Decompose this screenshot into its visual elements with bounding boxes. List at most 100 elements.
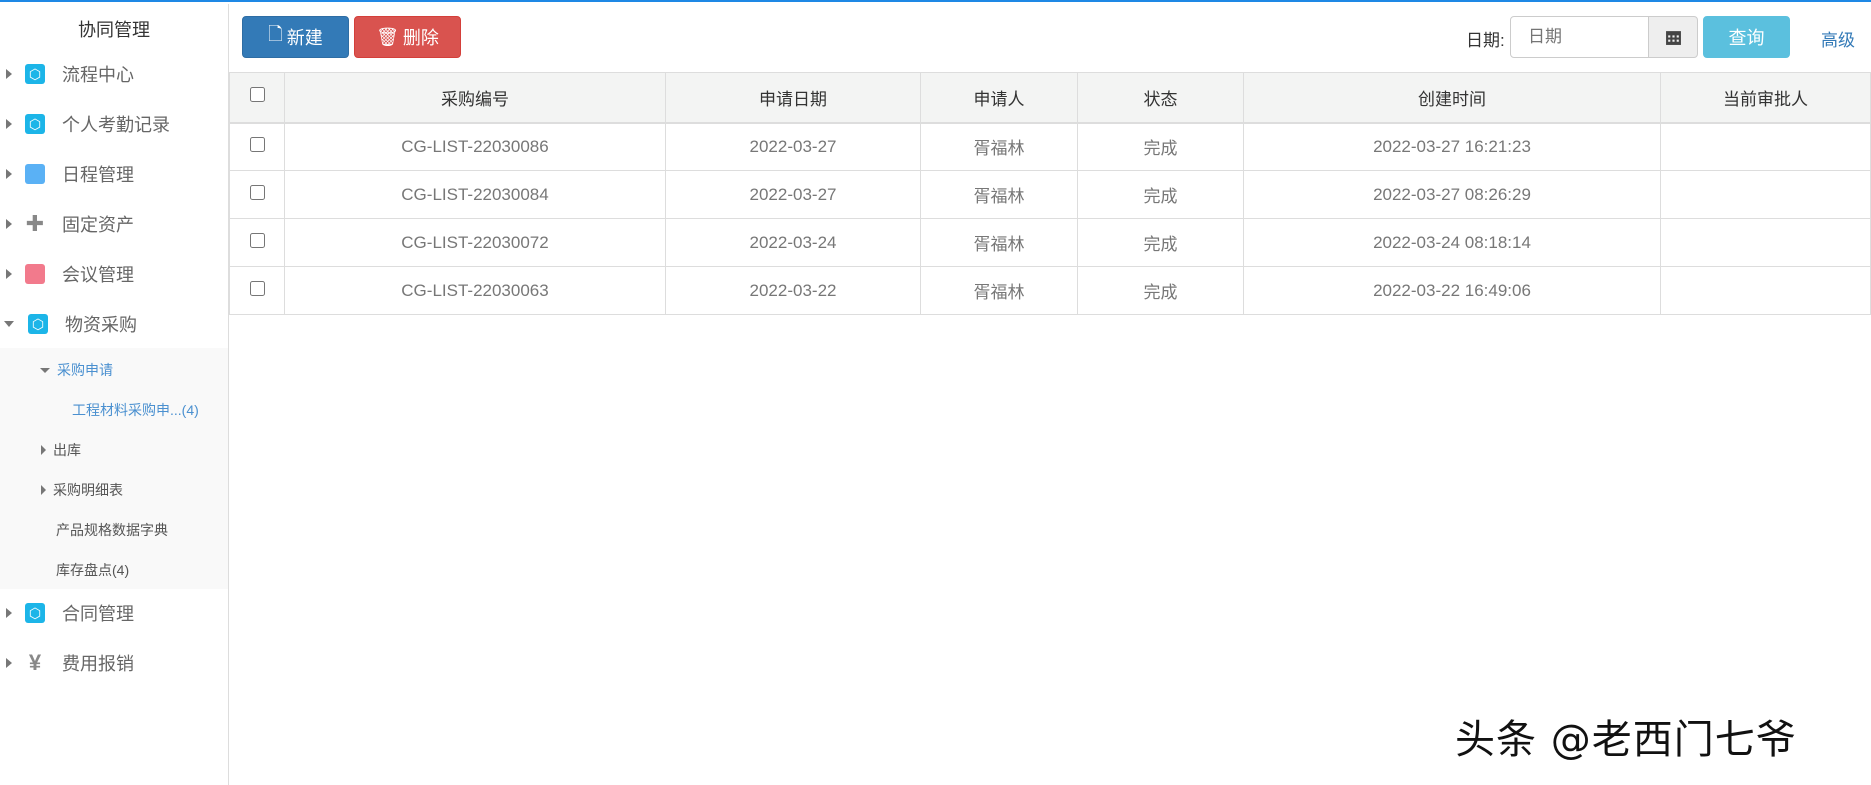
trash-icon: 🗑 xyxy=(376,26,399,47)
table-cell: 完成 xyxy=(1077,218,1244,267)
new-button[interactable]: 🗋 新建 xyxy=(242,16,349,58)
table-row[interactable]: CG-LIST-22030072 2022-03-24 胥福林 完成 2022-03-2… xyxy=(229,218,1871,267)
date-input[interactable] xyxy=(1510,16,1649,58)
cube-icon: ⬡ xyxy=(28,314,48,334)
menu-label: 会议管理 xyxy=(62,265,134,285)
submenu-label: 出库 xyxy=(53,442,81,458)
caret-right-icon xyxy=(41,485,46,495)
submenu-inventory[interactable]: 库存盘点(4) xyxy=(56,555,129,585)
row-select[interactable] xyxy=(229,122,285,171)
table-cell: 完成 xyxy=(1077,122,1244,171)
plus-icon: ✚ xyxy=(25,211,45,236)
submenu-purchase-details[interactable]: 采购明细表 xyxy=(41,475,123,505)
col-header[interactable]: 采购编号 xyxy=(284,72,666,124)
col-header[interactable]: 状态 xyxy=(1077,72,1244,124)
table-cell xyxy=(1660,170,1871,219)
row-checkbox[interactable] xyxy=(249,136,265,152)
calendar-button[interactable] xyxy=(1648,16,1698,58)
caret-right-icon xyxy=(6,219,12,229)
table-cell: 完成 xyxy=(1077,170,1244,219)
button-label: 查询 xyxy=(1728,28,1765,48)
row-select[interactable] xyxy=(229,170,285,219)
menu-label: 个人考勤记录 xyxy=(62,115,170,135)
col-header[interactable]: 申请日期 xyxy=(665,72,921,124)
col-header[interactable]: 申请人 xyxy=(920,72,1078,124)
table-cell xyxy=(1660,122,1871,171)
caret-right-icon xyxy=(6,119,12,129)
procurement-submenu: 采购申请 工程材料采购申...(4) 出库 采购明细表 产品规格数据字典 库存盘… xyxy=(0,348,228,589)
cube-icon: ⬡ xyxy=(25,603,45,623)
table-row[interactable]: CG-LIST-22030086 2022-03-27 胥福林 完成 2022-03-2… xyxy=(229,122,1871,171)
file-icon: 🗋 xyxy=(268,24,283,44)
menu-item-schedule[interactable]: 日程管理 xyxy=(0,154,228,194)
row-checkbox[interactable] xyxy=(249,184,265,200)
table-cell: CG-LIST-22030072 xyxy=(284,218,666,267)
table-cell: 2022-03-22 xyxy=(665,266,921,315)
row-select[interactable] xyxy=(229,218,285,267)
col-header[interactable]: 当前审批人 xyxy=(1660,72,1871,124)
watermark: 头条 @老西门七爷 xyxy=(1455,717,1797,763)
submenu-engineering-materials[interactable]: 工程材料采购申...(4) xyxy=(72,395,199,425)
date-label: 日期: xyxy=(1466,31,1505,50)
table-cell: 2022-03-22 16:49:06 xyxy=(1243,266,1661,315)
row-select[interactable] xyxy=(229,266,285,315)
caret-down-icon xyxy=(40,367,50,373)
table-cell: 2022-03-27 08:26:29 xyxy=(1243,170,1661,219)
cube-icon: ⬡ xyxy=(25,114,45,134)
table-cell: 胥福林 xyxy=(920,218,1078,267)
caret-right-icon xyxy=(6,269,12,279)
caret-right-icon xyxy=(6,658,12,668)
menu-item-process-center[interactable]: ⬡ 流程中心 xyxy=(0,54,228,94)
table-cell: CG-LIST-22030084 xyxy=(284,170,666,219)
menu-item-fixed-assets[interactable]: ✚ 固定资产 xyxy=(0,204,228,244)
caret-right-icon xyxy=(6,608,12,618)
menu-item-meeting[interactable]: 会议管理 xyxy=(0,254,228,294)
caret-right-icon xyxy=(6,69,12,79)
submenu-label: 库存盘点(4) xyxy=(56,562,130,578)
caret-right-icon xyxy=(41,445,46,455)
menu-label: 流程中心 xyxy=(62,65,134,85)
table-cell: 胥福林 xyxy=(920,170,1078,219)
submenu-label: 工程材料采购申...(4) xyxy=(72,402,199,418)
row-checkbox[interactable] xyxy=(249,280,265,296)
submenu-outbound[interactable]: 出库 xyxy=(41,435,81,465)
table-cell: 2022-03-27 xyxy=(665,170,921,219)
table-cell: 胥福林 xyxy=(920,122,1078,171)
folder-icon xyxy=(25,164,45,184)
table-cell: 2022-03-27 xyxy=(665,122,921,171)
menu-label: 物资采购 xyxy=(65,315,137,335)
submenu-label: 采购明细表 xyxy=(53,482,123,498)
advanced-link[interactable]: 高级 xyxy=(1821,26,1855,51)
submenu-purchase-request[interactable]: 采购申请 xyxy=(40,355,113,385)
col-header[interactable]: 创建时间 xyxy=(1243,72,1661,124)
yen-icon: ¥ xyxy=(28,650,42,675)
calendar-icon xyxy=(1665,30,1681,45)
table-cell: 2022-03-24 xyxy=(665,218,921,267)
row-checkbox[interactable] xyxy=(249,232,265,248)
table-header: 采购编号 申请日期 申请人 状态 创建时间 当前审批人 xyxy=(229,72,1871,124)
table-cell: 2022-03-27 16:21:23 xyxy=(1243,122,1661,171)
delete-button[interactable]: 🗑 删除 xyxy=(354,16,461,58)
menu-item-procurement[interactable]: ⬡ 物资采购 xyxy=(0,304,228,344)
menu-label: 合同管理 xyxy=(62,604,134,624)
menu-item-attendance[interactable]: ⬡ 个人考勤记录 xyxy=(0,104,228,144)
table-row[interactable]: CG-LIST-22030084 2022-03-27 胥福林 完成 2022-03-2… xyxy=(229,170,1871,219)
button-label: 新建 xyxy=(286,28,323,48)
table-cell: 2022-03-24 08:18:14 xyxy=(1243,218,1661,267)
select-all[interactable] xyxy=(229,72,285,124)
query-button[interactable]: 查询 xyxy=(1703,16,1790,58)
table-row[interactable]: CG-LIST-22030063 2022-03-22 胥福林 完成 2022-03-2… xyxy=(229,266,1871,315)
submenu-label: 产品规格数据字典 xyxy=(56,522,168,538)
menu-item-contracts[interactable]: ⬡ 合同管理 xyxy=(0,593,228,633)
menu-item-expenses[interactable]: ¥ 费用报销 xyxy=(0,643,228,683)
select-all-checkbox[interactable] xyxy=(249,87,265,103)
submenu-label: 采购申请 xyxy=(57,362,113,378)
cube-icon: ⬡ xyxy=(25,64,45,84)
table-cell: CG-LIST-22030063 xyxy=(284,266,666,315)
table-cell: 完成 xyxy=(1077,266,1244,315)
sidebar-title: 协同管理 xyxy=(78,20,150,40)
table-cell xyxy=(1660,266,1871,315)
table-cell xyxy=(1660,218,1871,267)
table-cell: 胥福林 xyxy=(920,266,1078,315)
submenu-spec-dictionary[interactable]: 产品规格数据字典 xyxy=(56,515,168,545)
